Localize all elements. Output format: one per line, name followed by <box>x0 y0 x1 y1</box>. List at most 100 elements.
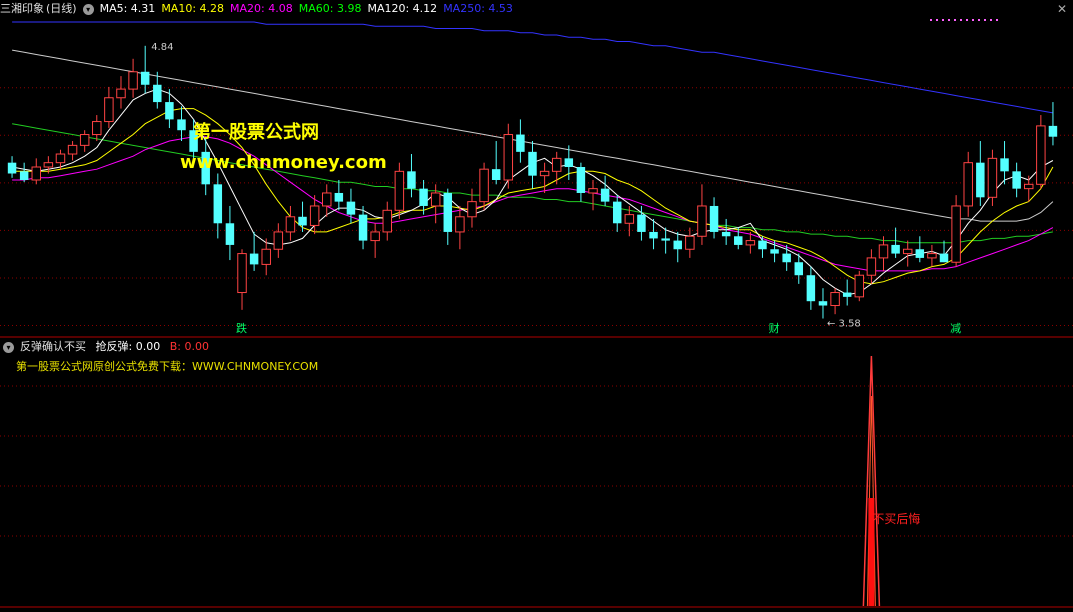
candle <box>165 89 174 129</box>
candle-body <box>346 201 356 215</box>
candle-body <box>794 262 804 276</box>
candle <box>709 197 719 239</box>
ma250-line <box>12 21 1053 114</box>
candle <box>782 244 791 271</box>
candle <box>600 175 610 206</box>
low-price-label: ← 3.58 <box>827 319 861 330</box>
candle-body <box>79 134 90 146</box>
candle-body <box>939 253 949 263</box>
candle-body <box>249 253 259 265</box>
candle-body <box>443 192 453 232</box>
candle-body <box>963 162 973 207</box>
candle <box>516 119 525 163</box>
candle-body <box>685 235 695 250</box>
signal-marker: 跌 <box>236 321 247 335</box>
candle-body <box>637 214 646 232</box>
candle-body <box>358 214 368 241</box>
candle-body <box>976 162 985 198</box>
candle-body <box>467 201 477 218</box>
candle-body <box>576 167 586 193</box>
candle <box>637 205 646 241</box>
candle-body <box>237 253 247 294</box>
dot-marker <box>984 19 986 21</box>
candle-body <box>721 231 731 237</box>
candle <box>503 123 514 189</box>
candle-body <box>128 71 138 90</box>
candle-body <box>528 151 537 176</box>
candle <box>661 227 670 254</box>
candle-body <box>104 97 114 123</box>
candle-body <box>140 71 150 85</box>
candle-body <box>394 170 405 211</box>
signal-marker: 减 <box>950 322 961 335</box>
candle-body <box>649 231 658 239</box>
candle <box>721 218 731 245</box>
candle-body <box>334 192 344 202</box>
candle-body <box>830 292 840 307</box>
candle <box>830 288 840 315</box>
candle <box>491 141 501 185</box>
candle <box>394 162 405 219</box>
candle-body <box>177 119 186 131</box>
candle-body <box>915 249 925 258</box>
dot-marker <box>942 19 944 21</box>
candle <box>31 158 41 185</box>
candle <box>818 288 828 319</box>
candle <box>734 227 743 250</box>
candle <box>298 201 307 232</box>
candle-body <box>419 188 428 206</box>
dot-marker <box>990 19 992 21</box>
candle-body <box>697 205 707 237</box>
candle <box>334 179 344 211</box>
candle-body <box>951 205 961 263</box>
candlestick-chart[interactable]: 4.84 ← 3.58 跌 财 减不买后悔 <box>0 0 1073 612</box>
candle <box>685 227 695 258</box>
candle <box>237 249 247 310</box>
watermark-title: 第一股票公式网 <box>193 122 319 143</box>
candle-body <box>261 248 271 265</box>
candle <box>225 205 235 261</box>
candle <box>963 151 973 217</box>
candle <box>322 184 332 217</box>
candle-body <box>539 170 550 177</box>
candle <box>976 141 985 206</box>
candle-body <box>7 162 17 174</box>
candle <box>407 154 416 198</box>
candle-body <box>503 134 514 181</box>
candle <box>370 223 380 258</box>
candle <box>551 151 562 185</box>
candle-body <box>67 144 78 155</box>
watermark-url: www.chnmoney.com <box>180 152 387 173</box>
candle-body <box>407 171 416 189</box>
candle-body <box>878 244 889 259</box>
candle <box>842 279 852 306</box>
candle-body <box>1024 183 1034 190</box>
signal-label: 不买后悔 <box>872 511 920 526</box>
candle <box>1012 162 1021 198</box>
candle <box>249 231 259 271</box>
dot-marker <box>960 19 962 21</box>
candle <box>576 162 586 202</box>
candle <box>7 156 17 178</box>
candle-body <box>273 231 284 250</box>
candle <box>128 58 138 98</box>
candle <box>153 71 162 109</box>
candle-body <box>927 253 937 259</box>
candle <box>382 201 392 241</box>
candle-body <box>709 205 719 232</box>
candle-body <box>43 162 54 168</box>
dot-marker <box>972 19 974 21</box>
candle <box>951 195 961 267</box>
candle-body <box>842 292 852 297</box>
candle <box>67 141 78 161</box>
dot-marker <box>930 19 932 21</box>
candle <box>528 141 537 189</box>
candle-body <box>902 248 913 255</box>
candle-body <box>213 184 223 224</box>
candle-body <box>116 88 126 99</box>
candle-body <box>298 216 307 226</box>
candle-body <box>285 216 296 233</box>
candle-body <box>92 121 102 136</box>
candle <box>987 149 998 206</box>
candle-body <box>770 249 779 254</box>
